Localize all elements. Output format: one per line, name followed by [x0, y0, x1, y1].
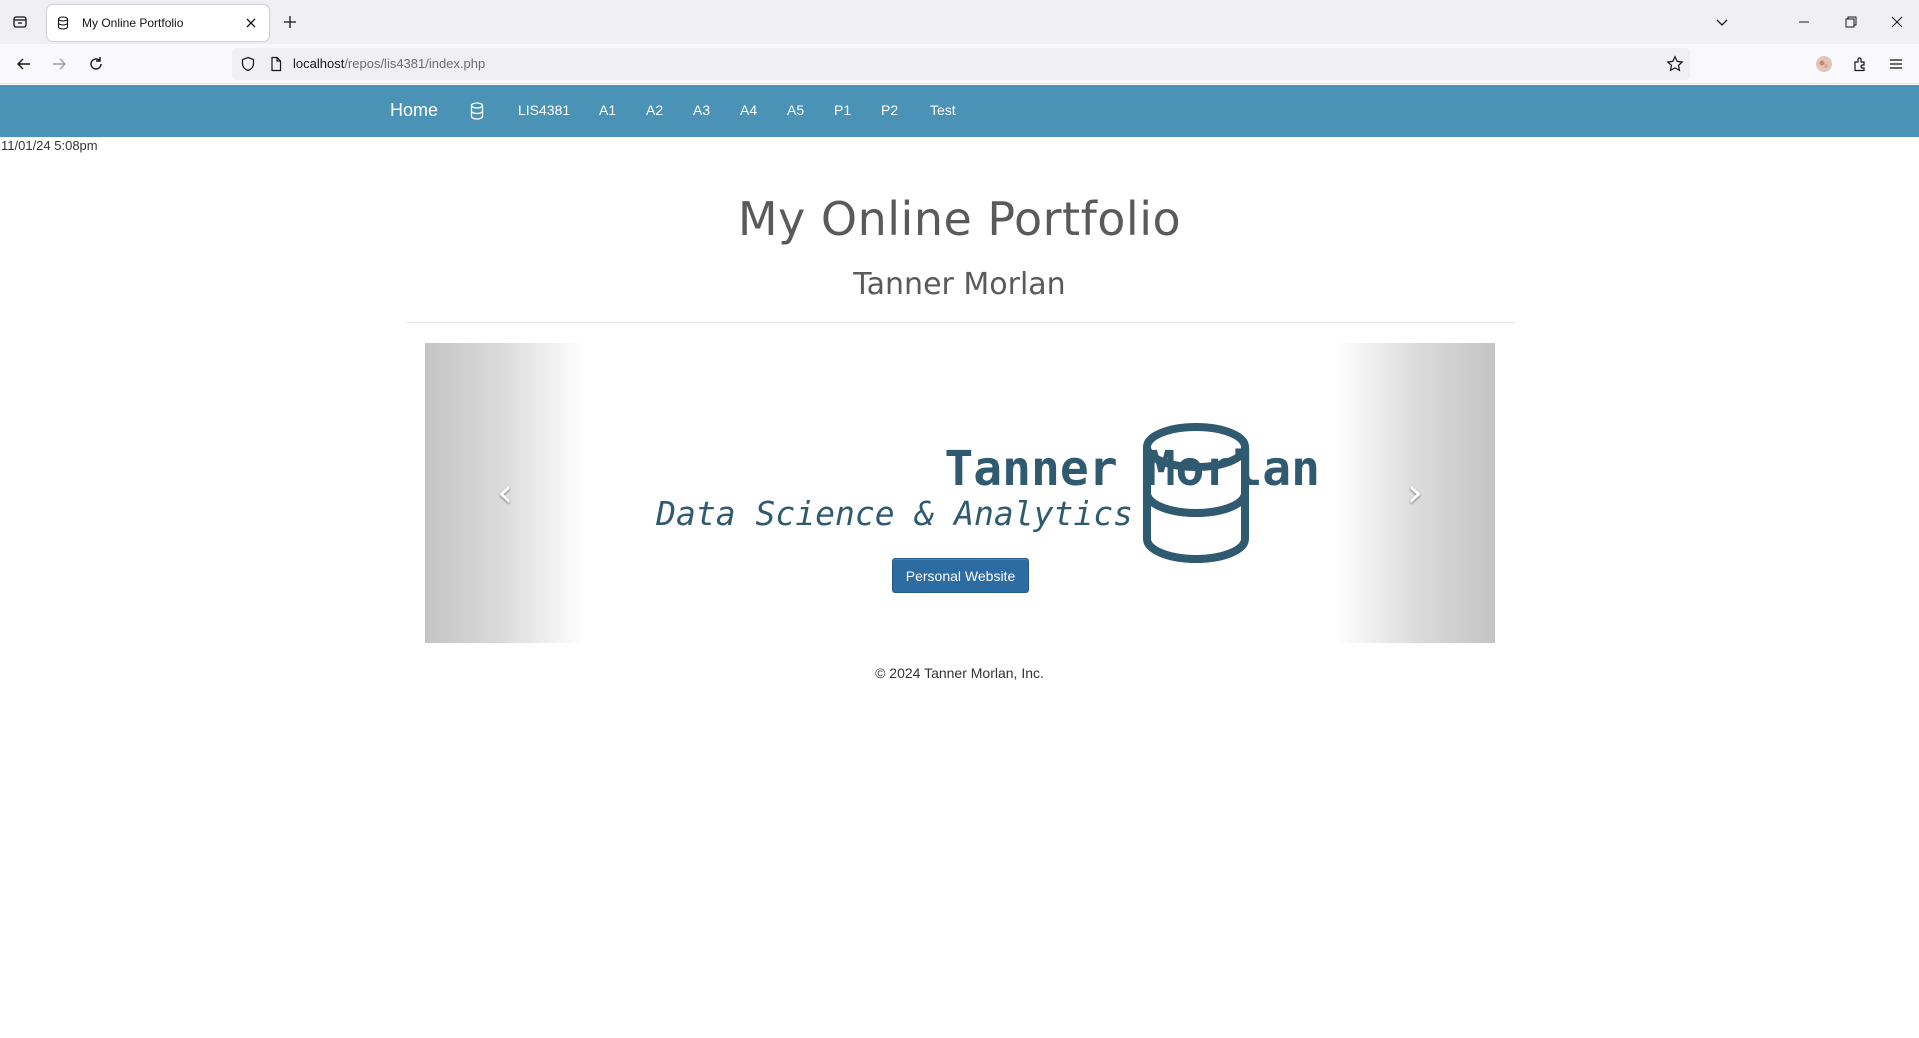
nav-brand-home[interactable]: Home — [390, 100, 438, 121]
address-bar[interactable]: localhost/repos/lis4381/index.php — [232, 48, 1690, 80]
site-navbar: Home LIS4381 A1 A2 A3 A4 A5 P1 P2 Test — [0, 85, 1919, 137]
page-subtitle: Tanner Morlan — [853, 267, 1066, 302]
carousel: Tanner Morlan Data Science & Analytics P… — [425, 343, 1495, 643]
tab-list-icon[interactable] — [8, 10, 32, 34]
database-icon — [57, 15, 73, 31]
tab-title: My Online Portfolio — [82, 16, 184, 30]
back-arrow-icon[interactable] — [12, 52, 36, 76]
nav-link-a5[interactable]: A5 — [787, 102, 804, 118]
nav-link-p1[interactable]: P1 — [834, 102, 851, 118]
database-icon[interactable] — [470, 102, 488, 122]
reload-icon[interactable] — [84, 52, 108, 76]
nav-link-a2[interactable]: A2 — [646, 102, 663, 118]
browser-toolbar: localhost/repos/lis4381/index.php — [0, 44, 1919, 84]
close-window-icon[interactable] — [1883, 8, 1911, 36]
datetime-stamp: 11/01/24 5:08pm — [1, 138, 98, 153]
chevron-left-icon: ‹ — [497, 470, 513, 516]
profile-avatar-icon[interactable] — [1812, 52, 1836, 76]
forward-arrow-icon[interactable] — [47, 52, 71, 76]
extensions-icon[interactable] — [1848, 52, 1872, 76]
database-icon — [1141, 423, 1251, 564]
shield-icon[interactable] — [240, 56, 256, 72]
header-divider — [406, 322, 1515, 323]
browser-tab-active[interactable]: My Online Portfolio — [47, 5, 269, 41]
nav-link-p2[interactable]: P2 — [881, 102, 898, 118]
nav-link-a3[interactable]: A3 — [693, 102, 710, 118]
page-title: My Online Portfolio — [737, 192, 1182, 246]
chevron-down-icon[interactable] — [1708, 8, 1736, 36]
chevron-right-icon: › — [1407, 470, 1423, 516]
nav-link-a4[interactable]: A4 — [740, 102, 757, 118]
restore-icon[interactable] — [1837, 8, 1865, 36]
nav-link-test[interactable]: Test — [930, 102, 956, 118]
page-icon[interactable] — [268, 56, 284, 72]
new-tab-button[interactable] — [278, 10, 302, 34]
minimize-icon[interactable] — [1790, 8, 1818, 36]
carousel-next-button[interactable]: › — [1335, 343, 1495, 643]
bookmark-star-icon[interactable] — [1666, 55, 1684, 73]
url-path: /repos/lis4381/index.php — [344, 56, 486, 71]
nav-link-lis4381[interactable]: LIS4381 — [518, 102, 570, 118]
url-host: localhost — [293, 56, 345, 71]
menu-icon[interactable] — [1884, 52, 1908, 76]
browser-tab-bar: My Online Portfolio — [0, 0, 1919, 44]
footer-copyright: © 2024 Tanner Morlan, Inc. — [875, 665, 1044, 681]
carousel-prev-button[interactable]: ‹ — [425, 343, 585, 643]
close-icon[interactable] — [243, 15, 259, 31]
nav-link-a1[interactable]: A1 — [599, 102, 616, 118]
url-text[interactable]: localhost/repos/lis4381/index.php — [293, 56, 485, 71]
personal-website-button[interactable]: Personal Website — [892, 558, 1029, 593]
